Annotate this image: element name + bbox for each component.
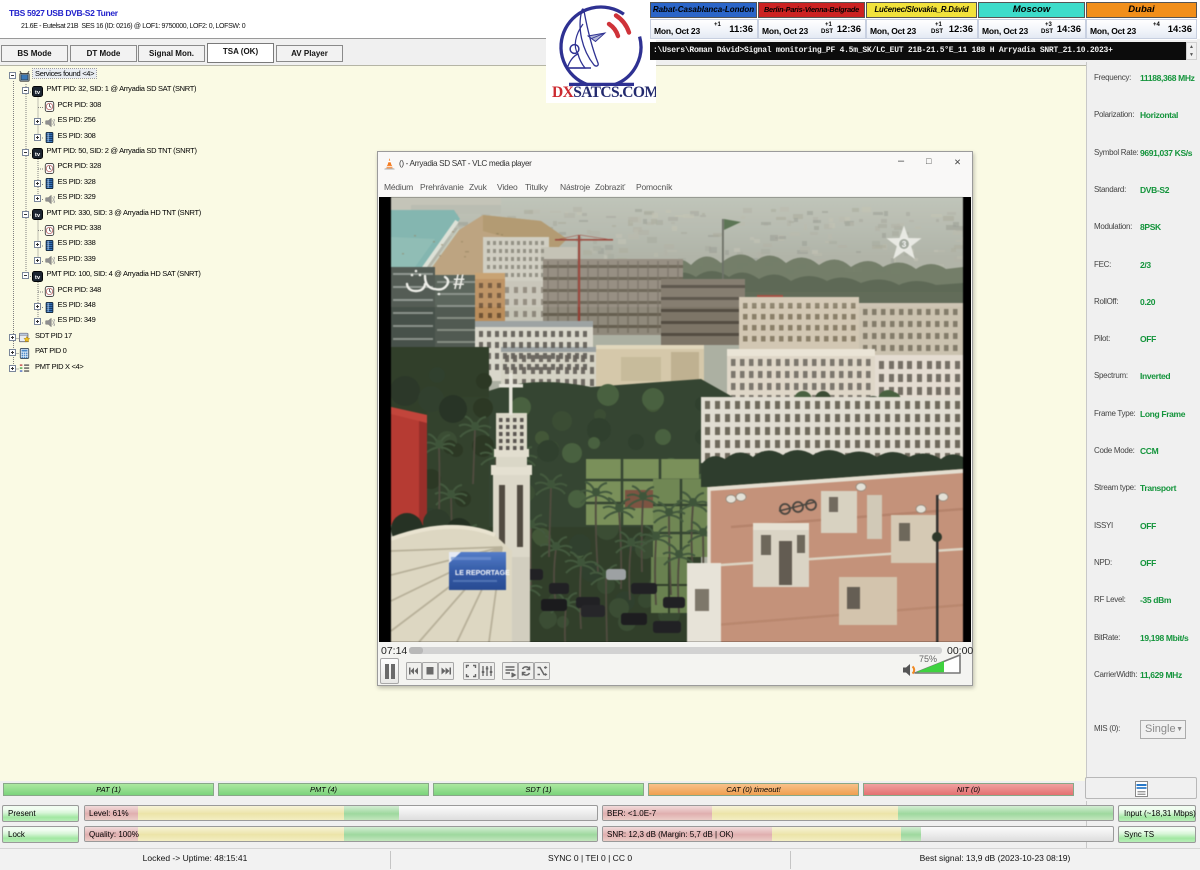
svg-text:tv: tv (34, 275, 40, 281)
svg-text:DXSATCS.COM: DXSATCS.COM (552, 84, 656, 101)
svg-text:tv: tv (34, 90, 40, 96)
svg-text:tv: tv (34, 152, 40, 158)
svg-text:tv: tv (34, 213, 40, 219)
